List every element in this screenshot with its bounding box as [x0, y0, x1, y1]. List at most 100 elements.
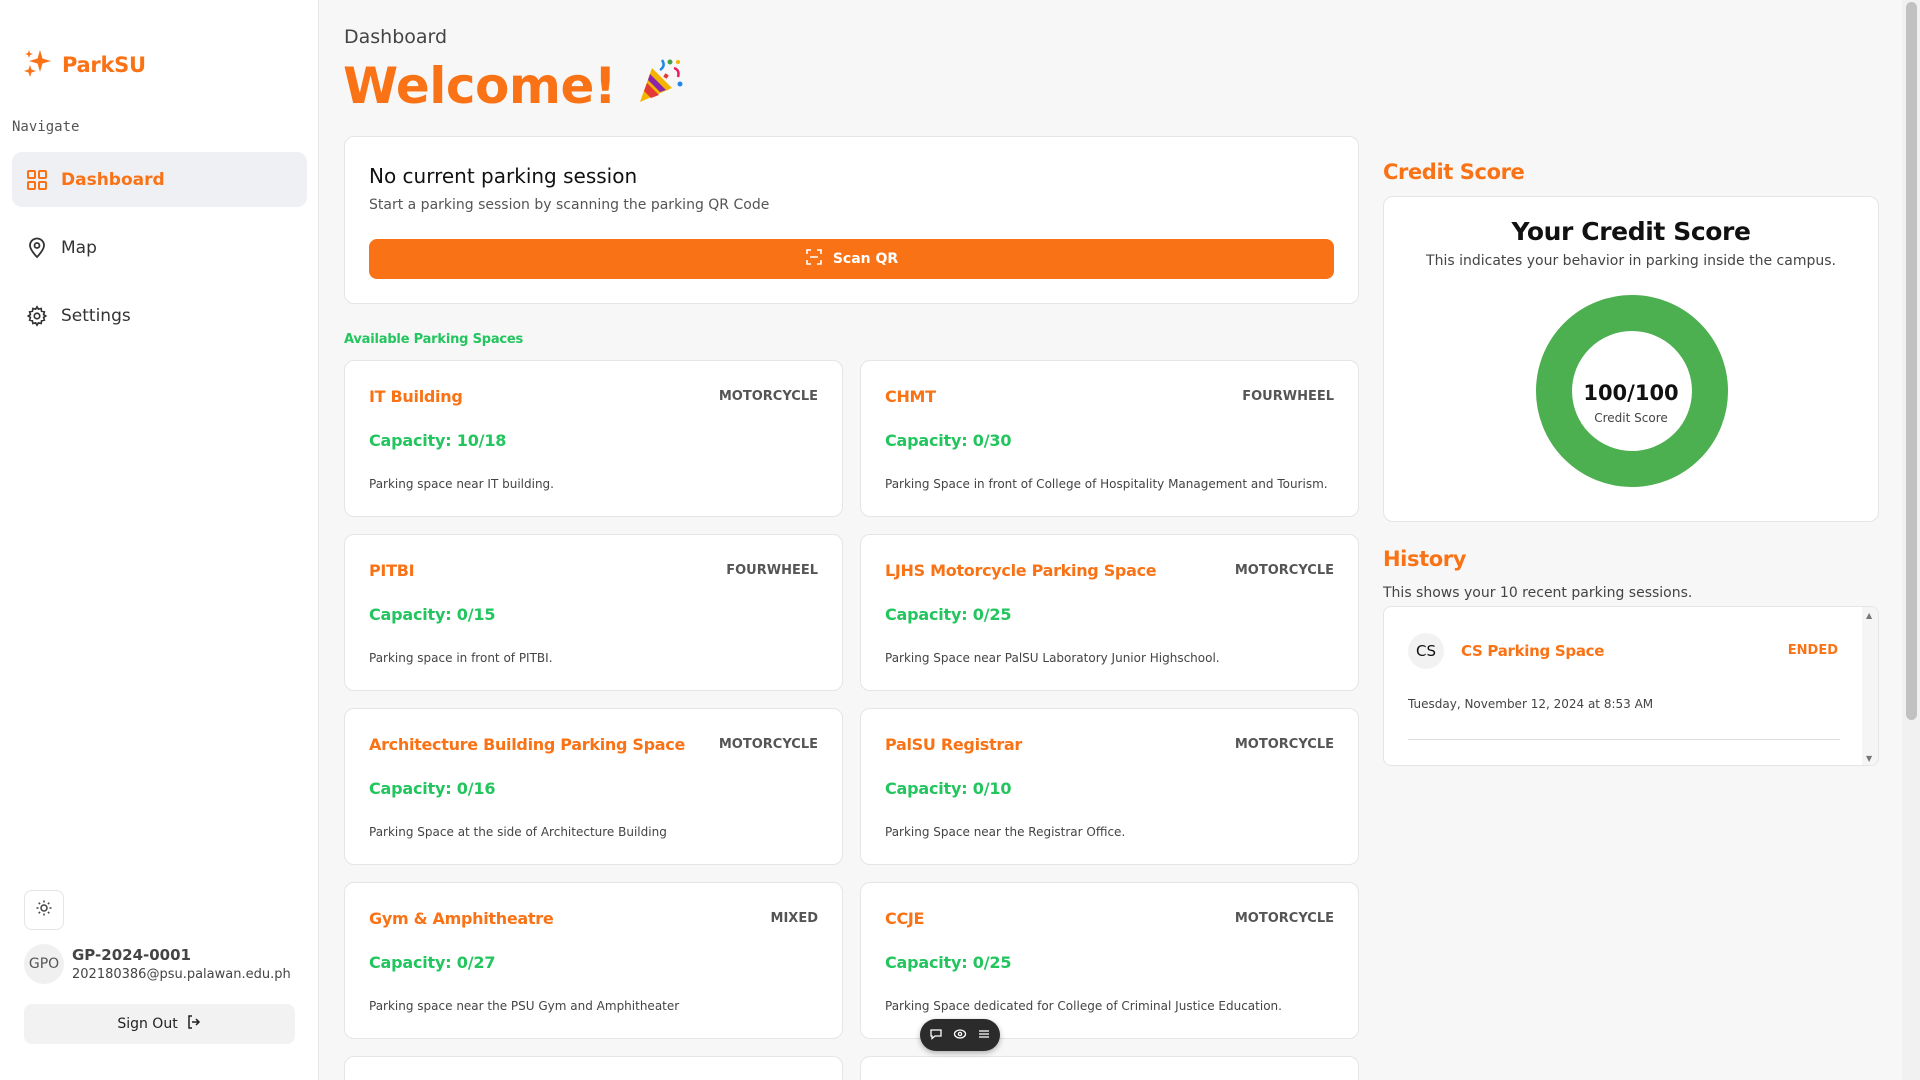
brand-logo[interactable]: ParkSU: [22, 47, 146, 83]
session-title: No current parking session: [369, 164, 638, 188]
page-title: Welcome!: [343, 54, 686, 118]
space-name: PalSU Registrar: [885, 735, 1023, 754]
credit-score-heading: Credit Score: [1383, 160, 1525, 184]
space-description: Parking Space in front of College of Hos…: [885, 477, 1328, 491]
space-type: MOTORCYCLE: [1234, 737, 1334, 752]
sun-icon: [35, 899, 53, 921]
space-type: MOTORCYCLE: [1234, 563, 1334, 578]
scan-icon: [805, 248, 823, 270]
space-name: IT Building: [369, 387, 463, 406]
menu-icon[interactable]: [977, 1026, 991, 1045]
page-scrollbar-thumb[interactable]: [1906, 2, 1917, 720]
scan-qr-label: Scan QR: [832, 251, 899, 267]
space-name: Architecture Building Parking Space: [369, 735, 686, 754]
divider: [1408, 739, 1840, 740]
sidebar-item-settings[interactable]: Settings: [12, 288, 307, 343]
scroll-down-icon[interactable]: ▼: [1866, 754, 1872, 763]
history-date: Tuesday, November 12, 2024 at 8:53 AM: [1408, 697, 1654, 711]
space-capacity: Capacity: 0/10: [885, 779, 1012, 798]
space-type: MOTORCYCLE: [718, 737, 818, 752]
space-name: CHMT: [885, 387, 936, 406]
theme-toggle-button[interactable]: [24, 890, 64, 930]
welcome-text: Welcome!: [343, 57, 617, 115]
space-description: Parking Space near the Registrar Office.: [885, 825, 1126, 839]
history-heading: History: [1383, 547, 1466, 571]
parking-space-card[interactable]: IT Building MOTORCYCLE Capacity: 10/18 P…: [344, 360, 843, 517]
parking-space-card[interactable]: Architecture Building Parking Space MOTO…: [344, 708, 843, 865]
space-description: Parking Space dedicated for College of C…: [885, 999, 1282, 1013]
avatar: GPO: [24, 944, 64, 984]
space-name: CCJE: [885, 909, 925, 928]
sidebar-item-map[interactable]: Map: [12, 220, 307, 275]
status-badge: ENDED: [1787, 643, 1838, 658]
sidebar-item-label: Settings: [61, 305, 131, 326]
space-name: LJHS Motorcycle Parking Space: [885, 561, 1157, 580]
history-subtitle: This shows your 10 recent parking sessio…: [1383, 585, 1693, 601]
sidebar: ParkSU Navigate Dashboard Map Settings G…: [0, 0, 319, 1080]
space-type: FOURWHEEL: [726, 563, 818, 578]
comment-icon[interactable]: [929, 1026, 943, 1045]
space-type: MOTORCYCLE: [1234, 911, 1334, 926]
space-capacity: Capacity: 10/18: [369, 431, 507, 450]
sidebar-nav: Dashboard Map Settings: [12, 152, 307, 356]
space-name: Gym & Amphitheatre: [369, 909, 554, 928]
parking-space-card[interactable]: LJHS Motorcycle Parking Space MOTORCYCLE…: [860, 534, 1359, 691]
credit-score-card: Your Credit Score This indicates your be…: [1383, 196, 1879, 522]
space-capacity: Capacity: 0/30: [885, 431, 1012, 450]
parking-space-card[interactable]: Gym & Amphitheatre MIXED Capacity: 0/27 …: [344, 882, 843, 1039]
parking-session-card: No current parking session Start a parki…: [344, 136, 1359, 304]
parking-spaces-grid: IT Building MOTORCYCLE Capacity: 10/18 P…: [344, 360, 1359, 1080]
history-list[interactable]: CS CS Parking Space ENDED Tuesday, Novem…: [1383, 606, 1879, 766]
available-spaces-heading: Available Parking Spaces: [344, 332, 524, 347]
parking-space-card[interactable]: PITBI FOURWHEEL Capacity: 0/15 Parking s…: [344, 534, 843, 691]
parking-space-card[interactable]: PalSU Registrar MOTORCYCLE Capacity: 0/1…: [860, 708, 1359, 865]
space-capacity: Capacity: 0/16: [369, 779, 496, 798]
sparkle-icon: [22, 47, 54, 83]
space-description: Parking Space near PalSU Laboratory Juni…: [885, 651, 1220, 665]
space-capacity: Capacity: 0/25: [885, 605, 1012, 624]
credit-score-label: Credit Score: [1594, 411, 1668, 425]
sign-out-label: Sign Out: [117, 1016, 178, 1032]
sidebar-item-label: Dashboard: [61, 169, 165, 190]
gear-icon: [25, 304, 49, 328]
scan-qr-button[interactable]: Scan QR: [369, 239, 1334, 279]
breadcrumb: Dashboard: [344, 26, 448, 48]
space-type: MIXED: [770, 911, 818, 926]
space-description: Parking space near IT building.: [369, 477, 554, 491]
sidebar-item-dashboard[interactable]: Dashboard: [12, 152, 307, 207]
credit-score-value: 100/100: [1583, 381, 1679, 405]
space-type: MOTORCYCLE: [718, 389, 818, 404]
grid-icon: [25, 168, 49, 192]
space-name: PITBI: [369, 561, 415, 580]
logout-icon: [186, 1014, 202, 1034]
floating-toolbar: [920, 1019, 1000, 1051]
space-type: FOURWHEEL: [1242, 389, 1334, 404]
scroll-up-icon[interactable]: ▲: [1866, 611, 1872, 620]
avatar: CS: [1408, 633, 1444, 669]
user-profile: GPO GP-2024-0001 202180386@psu.palawan.e…: [24, 944, 291, 984]
credit-subtitle: This indicates your behavior in parking …: [1426, 253, 1836, 269]
page-scrollbar[interactable]: [1902, 0, 1920, 1080]
space-description: Parking space in front of PITBI.: [369, 651, 553, 665]
history-scrollbar[interactable]: ▲ ▼: [1862, 607, 1878, 765]
history-space-name: CS Parking Space: [1461, 642, 1605, 660]
brand-name: ParkSU: [62, 53, 146, 77]
space-capacity: Capacity: 0/27: [369, 953, 496, 972]
sign-out-button[interactable]: Sign Out: [24, 1004, 295, 1044]
session-subtitle: Start a parking session by scanning the …: [369, 197, 770, 213]
space-description: Parking Space at the side of Architectur…: [369, 825, 667, 839]
nav-label: Navigate: [12, 119, 80, 135]
map-pin-icon: [25, 236, 49, 260]
parking-space-card-partial[interactable]: [344, 1056, 843, 1080]
parking-space-card[interactable]: CCJE MOTORCYCLE Capacity: 0/25 Parking S…: [860, 882, 1359, 1039]
parking-space-card-partial[interactable]: [860, 1056, 1359, 1080]
user-email: 202180386@psu.palawan.edu.ph: [72, 967, 291, 982]
space-capacity: Capacity: 0/25: [885, 953, 1012, 972]
user-id: GP-2024-0001: [72, 946, 191, 964]
sidebar-item-label: Map: [61, 237, 97, 258]
parking-space-card[interactable]: CHMT FOURWHEEL Capacity: 0/30 Parking Sp…: [860, 360, 1359, 517]
space-capacity: Capacity: 0/15: [369, 605, 496, 624]
eye-icon[interactable]: [953, 1026, 967, 1045]
credit-card-title: Your Credit Score: [1511, 217, 1751, 246]
party-popper-icon: [634, 54, 686, 118]
